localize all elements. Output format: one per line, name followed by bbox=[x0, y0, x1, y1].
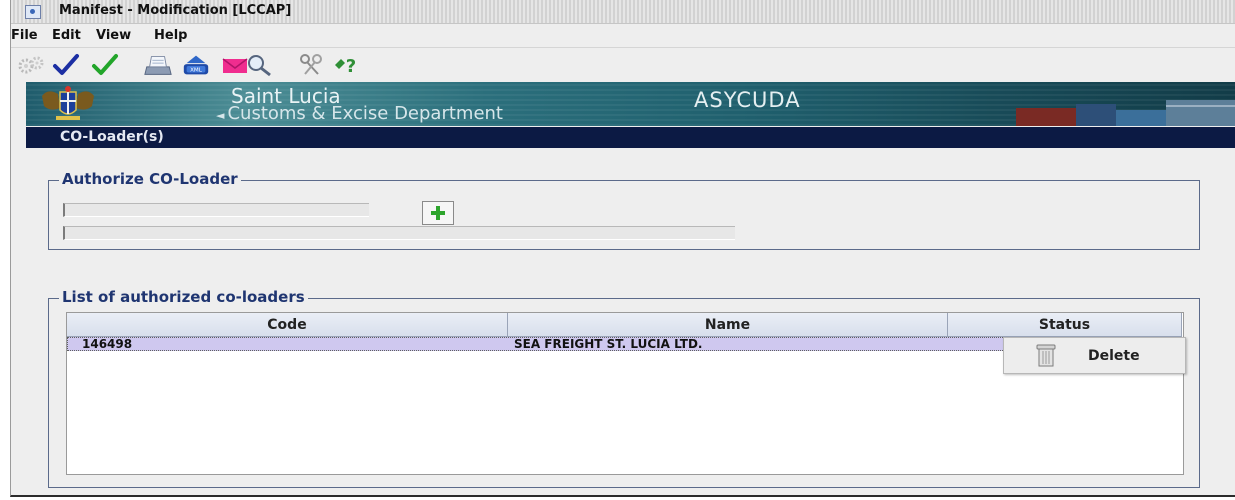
menu-bar: File Edit View Help bbox=[11, 24, 1235, 46]
section-header: CO-Loader(s) bbox=[26, 127, 1235, 148]
manifest-window: Manifest - Modification [LCCAP] File Edi… bbox=[10, 0, 1235, 497]
print-icon[interactable] bbox=[143, 52, 173, 78]
section-title: CO-Loader(s) bbox=[60, 129, 164, 145]
store-check-icon[interactable] bbox=[90, 52, 120, 78]
column-header-status[interactable]: Status bbox=[948, 313, 1182, 337]
svg-text:?: ? bbox=[346, 56, 356, 77]
containers-image bbox=[1016, 100, 1235, 126]
trash-icon bbox=[1036, 344, 1056, 367]
toolbar: XML ? bbox=[11, 47, 1235, 82]
authorize-coloader-legend: Authorize CO-Loader bbox=[59, 170, 241, 188]
authorize-coloader-group: Authorize CO-Loader bbox=[48, 170, 1200, 250]
column-header-name[interactable]: Name bbox=[508, 313, 948, 337]
search-icon[interactable] bbox=[244, 52, 274, 78]
coloader-name-field[interactable] bbox=[63, 226, 735, 240]
menu-help[interactable]: Help bbox=[154, 28, 187, 43]
banner-arrow-icon: ◄ bbox=[216, 109, 225, 122]
add-coloader-button[interactable] bbox=[422, 201, 454, 225]
banner-department-text: Customs & Excise Department bbox=[227, 103, 503, 124]
row-name: SEA FREIGHT ST. LUCIA LTD. bbox=[514, 337, 703, 351]
window-title: Manifest - Modification [LCCAP] bbox=[59, 3, 292, 18]
delete-label: Delete bbox=[1088, 348, 1140, 364]
menu-view[interactable]: View bbox=[96, 28, 131, 43]
verify-check-icon[interactable] bbox=[51, 52, 81, 78]
menu-edit[interactable]: Edit bbox=[52, 28, 81, 43]
banner-department: ◄ Customs & Excise Department bbox=[216, 103, 503, 124]
settings-gears-icon[interactable] bbox=[16, 52, 46, 78]
coat-of-arms-logo bbox=[38, 84, 98, 124]
window-menu-icon[interactable] bbox=[25, 5, 41, 19]
row-code: 146498 bbox=[82, 337, 133, 351]
coloader-code-field[interactable] bbox=[63, 203, 369, 217]
banner-system-name: ASYCUDA bbox=[694, 88, 801, 112]
svg-text:XML: XML bbox=[190, 68, 203, 74]
help-icon[interactable]: ? bbox=[331, 52, 361, 78]
keys-icon[interactable] bbox=[296, 52, 326, 78]
delete-button[interactable]: Delete bbox=[1003, 337, 1186, 374]
column-header-code[interactable]: Code bbox=[67, 313, 508, 337]
header-banner: Saint Lucia ◄ Customs & Excise Department… bbox=[26, 82, 1235, 126]
menu-file[interactable]: File bbox=[11, 28, 38, 43]
xml-export-icon[interactable]: XML bbox=[181, 52, 211, 78]
title-bar[interactable]: Manifest - Modification [LCCAP] bbox=[11, 0, 1235, 24]
authorized-coloaders-legend: List of authorized co-loaders bbox=[59, 288, 308, 306]
plus-icon bbox=[431, 206, 445, 220]
